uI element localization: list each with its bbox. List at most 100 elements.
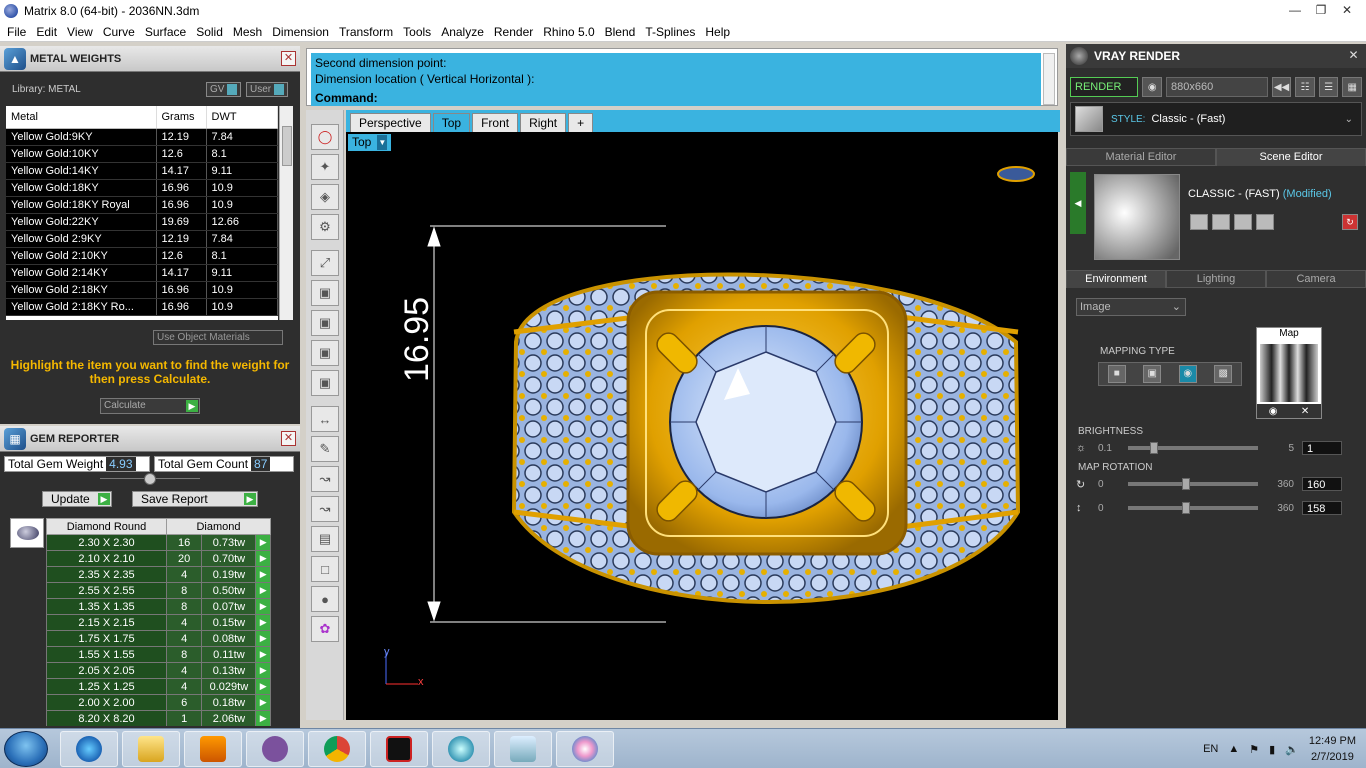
rotation-h-value[interactable]: 160 [1302,477,1342,491]
box-front-icon[interactable]: ▣ [311,340,339,366]
box-icon[interactable]: ▣ [311,280,339,306]
nodes-icon[interactable]: ⚙ [311,214,339,240]
metal-row[interactable]: Yellow Gold:9KY 12.19 7.84 [6,128,278,146]
play-arrow-icon[interactable]: ▶ [255,598,271,615]
metal-row[interactable]: Yellow Gold 2:18KY Ro... 16.96 10.9 [6,298,278,316]
metal-row[interactable]: Yellow Gold 2:14KY 14.17 9.11 [6,264,278,282]
chrome-icon[interactable] [308,731,366,767]
tab-lighting[interactable]: Lighting [1166,270,1266,288]
rotation-vertical-slider[interactable]: ↕ 0 360 158 [1076,500,1352,516]
metal-row[interactable]: Yellow Gold 2:18KY 16.96 10.9 [6,281,278,299]
pan-icon[interactable]: ✦ [311,154,339,180]
rotation-horizontal-slider[interactable]: ↻ 0 360 160 [1076,476,1352,492]
close-icon[interactable]: ✕ [281,431,296,446]
hide-icon[interactable]: □ [311,556,339,582]
render-button[interactable]: RENDER [1070,77,1139,97]
play-arrow-icon[interactable]: ▶ [255,646,271,663]
metal-row[interactable]: Yellow Gold 2:9KY 12.19 7.84 [6,230,278,248]
scene-thumbnail[interactable] [1094,174,1180,260]
menu-render[interactable]: Render [489,25,538,39]
tab-perspective[interactable]: Perspective [350,113,431,132]
tab-front[interactable]: Front [472,113,519,132]
layers-icon[interactable]: ▤ [311,526,339,552]
gem-row[interactable]: 1.25 X 1.25 4 0.029tw ▶ [46,678,271,695]
gem-row[interactable]: 1.75 X 1.75 4 0.08tw ▶ [46,630,271,647]
column-grams[interactable]: Grams [156,106,207,129]
menu-curve[interactable]: Curve [98,25,140,39]
box-top-icon[interactable]: ▣ [311,310,339,336]
metal-row[interactable]: Yellow Gold:18KY 16.96 10.9 [6,179,278,197]
menu-edit[interactable]: Edit [31,25,62,39]
gem-row[interactable]: 2.55 X 2.55 8 0.50tw ▶ [46,582,271,599]
add-viewport-tab[interactable]: + [568,113,594,132]
screen-map-icon[interactable]: ▩ [1214,365,1233,383]
pencil-icon[interactable]: ✎ [311,436,339,462]
brightness-value[interactable]: 1 [1302,441,1342,455]
save-report-button[interactable]: Save Report ▶ [132,491,258,507]
action-center-icon[interactable]: ⚑ [1249,743,1259,756]
start-button[interactable] [4,731,48,767]
slider-knob[interactable] [1181,502,1190,514]
remove-map-icon[interactable]: ✕ [1301,406,1309,417]
menu-help[interactable]: Help [700,25,735,39]
gem-row[interactable]: 1.35 X 1.35 8 0.07tw ▶ [46,598,271,615]
tab-material-editor[interactable]: Material Editor [1066,148,1216,166]
scroll-thumb[interactable] [282,126,292,166]
update-button[interactable]: Update ▶ [42,491,112,507]
gem-row[interactable]: 2.05 X 2.05 4 0.13tw ▶ [46,662,271,679]
notepad-icon[interactable] [494,731,552,767]
rotation-v-value[interactable]: 158 [1302,501,1342,515]
game-app-icon[interactable] [370,731,428,767]
menu-file[interactable]: File [2,25,31,39]
menu-view[interactable]: View [62,25,98,39]
minimize-icon[interactable]: — [1284,1,1306,19]
render-globe-icon[interactable]: ◉ [1142,77,1163,97]
list-icon[interactable]: ☰ [1318,77,1339,97]
tab-right[interactable]: Right [520,113,567,132]
play-arrow-icon[interactable]: ▶ [255,534,271,551]
play-arrow-icon[interactable]: ▶ [255,694,271,711]
close-icon[interactable]: ✕ [1347,49,1360,62]
resolution-select[interactable]: 880x660 [1166,77,1268,97]
panel-splitter[interactable] [100,473,200,488]
slider-track[interactable] [1128,502,1258,514]
metal-row[interactable]: Yellow Gold:14KY 14.17 9.11 [6,162,278,180]
stop-icon[interactable]: ◯ [311,124,339,150]
brightness-slider[interactable]: ☼ 0.1 5 1 [1076,440,1352,456]
globe-icon[interactable]: ◈ [311,184,339,210]
gem-row[interactable]: 2.30 X 2.30 16 0.73tw ▶ [46,534,271,551]
save-icon[interactable] [1190,214,1208,230]
environment-type-select[interactable]: Image ⌄ [1076,298,1186,316]
metal-row[interactable]: Yellow Gold 2:10KY 12.6 8.1 [6,247,278,265]
internet-explorer-icon[interactable] [60,731,118,767]
play-arrow-icon[interactable]: ▶ [255,550,271,567]
menu-rhino[interactable]: Rhino 5.0 [538,25,599,39]
slider-track[interactable] [1128,478,1258,490]
paint-icon[interactable] [556,731,614,767]
gem-row[interactable]: 1.55 X 1.55 8 0.11tw ▶ [46,646,271,663]
gem-row[interactable]: 2.35 X 2.35 4 0.19tw ▶ [46,566,271,583]
tab-scene-editor[interactable]: Scene Editor [1216,148,1366,166]
clock[interactable]: 12:49 PM 2/7/2019 [1309,733,1356,765]
tray-expand-icon[interactable]: ▲ [1228,743,1239,755]
network-icon[interactable]: ▮ [1269,743,1275,756]
use-object-materials-button[interactable]: Use Object Materials [153,330,283,345]
slider-knob[interactable] [1181,478,1190,490]
column-diamond-round[interactable]: Diamond Round [46,518,167,535]
column-metal[interactable]: Metal [6,106,157,129]
map-thumbnail[interactable] [1260,344,1318,402]
environment-map[interactable]: Map ◉ ✕ [1256,327,1322,419]
menu-transform[interactable]: Transform [334,25,398,39]
menu-tsplines[interactable]: T-Splines [640,25,700,39]
box-map-icon[interactable]: ▣ [1143,365,1162,383]
box-side-icon[interactable]: ▣ [311,370,339,396]
close-icon[interactable]: ✕ [1336,1,1358,19]
metal-row[interactable]: Yellow Gold:18KY Royal 16.96 10.9 [6,196,278,214]
splitter-knob[interactable] [144,473,156,485]
tab-environment[interactable]: Environment [1066,270,1166,288]
gem-row[interactable]: 2.10 X 2.10 20 0.70tw ▶ [46,550,271,567]
command-input[interactable] [381,90,1022,105]
menu-surface[interactable]: Surface [140,25,191,39]
color-picker-icon[interactable]: ◉ [1269,406,1278,417]
menu-dimension[interactable]: Dimension [267,25,334,39]
